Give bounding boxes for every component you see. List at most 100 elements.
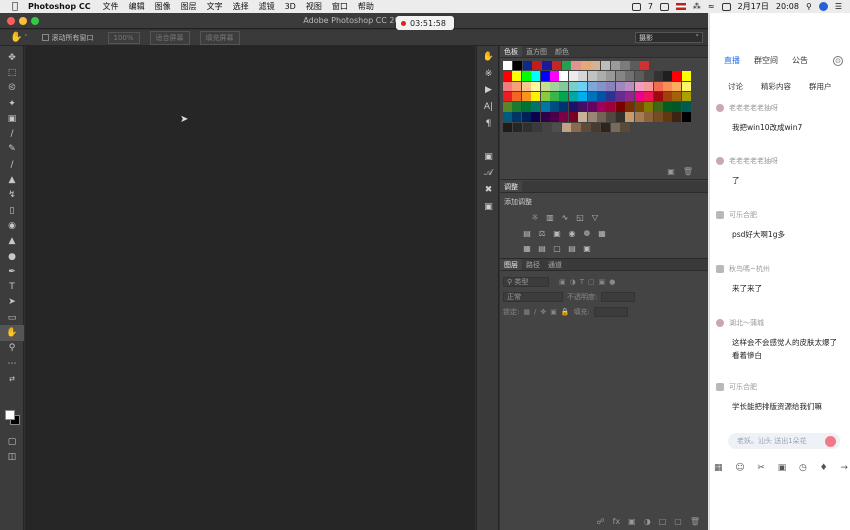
color-swatch[interactable]	[610, 122, 620, 133]
color-swatch[interactable]	[578, 81, 588, 91]
foreground-color-swatch[interactable]	[5, 410, 15, 420]
tab-histogram[interactable]: 直方图	[522, 46, 551, 57]
brightness-icon[interactable]: ☼	[530, 212, 540, 222]
menu-layer[interactable]: 图层	[181, 1, 197, 12]
tool-preset-chevron-icon[interactable]: ˅	[24, 34, 28, 42]
color-swatch[interactable]	[662, 102, 672, 112]
color-swatch[interactable]	[672, 102, 682, 112]
color-swatch[interactable]	[550, 91, 560, 102]
color-swatch[interactable]	[578, 91, 588, 102]
more-tools-icon[interactable]: ⋯	[0, 356, 24, 371]
color-swatch[interactable]	[559, 91, 569, 102]
settings-icon[interactable]: ⊙	[833, 55, 843, 66]
message-user[interactable]: 湖北～蒲城	[729, 318, 764, 328]
color-swatch[interactable]	[634, 112, 644, 122]
color-swatch[interactable]	[634, 91, 644, 102]
hand-tool-active-icon[interactable]: ✋	[0, 325, 24, 341]
selective-color-icon[interactable]: ▣	[582, 243, 592, 253]
tab-adjustments[interactable]: 调整	[500, 181, 522, 192]
paint-bucket-tool-icon[interactable]: ◉	[0, 218, 24, 233]
app-menu[interactable]: Photoshop CC	[28, 2, 91, 11]
color-swatch[interactable]	[672, 81, 682, 91]
siri-icon[interactable]	[818, 2, 828, 11]
eyedropper-tool-icon[interactable]: ∕	[0, 126, 24, 141]
clock-icon[interactable]: ◷	[799, 463, 807, 473]
healing-brush-tool-icon[interactable]: ✎	[0, 142, 24, 157]
avatar[interactable]	[716, 157, 724, 165]
display-icon[interactable]	[659, 2, 669, 11]
color-swatch[interactable]	[521, 91, 531, 102]
color-swatch[interactable]	[644, 81, 654, 91]
workspace-select[interactable]: 摄影 ˅	[635, 32, 703, 43]
notification-badge[interactable]: 7	[648, 2, 653, 11]
trash-icon[interactable]: 🗑	[690, 517, 700, 526]
list-icon[interactable]: ☰	[835, 2, 842, 11]
battery-icon[interactable]	[721, 2, 731, 11]
color-swatch[interactable]	[606, 112, 616, 122]
color-swatch[interactable]	[600, 61, 611, 71]
message-user[interactable]: 老老老老老抽呀	[729, 103, 778, 113]
color-swatch[interactable]	[625, 112, 635, 122]
color-swatch[interactable]	[587, 81, 597, 91]
menu-edit[interactable]: 编辑	[129, 1, 145, 12]
message-user[interactable]: 秋鸟嗎~杭州	[729, 264, 770, 274]
color-swatch[interactable]	[644, 112, 654, 122]
color-swatch[interactable]	[503, 61, 513, 71]
color-swatch[interactable]	[615, 102, 625, 112]
color-swatch[interactable]	[615, 91, 625, 102]
color-swatch[interactable]	[512, 122, 523, 133]
lock-artboard-icon[interactable]: ▣	[550, 308, 557, 316]
rectangle-tool-icon[interactable]: ▭	[0, 310, 24, 325]
pixel-filter-icon[interactable]: ▣	[559, 278, 566, 286]
color-swatch[interactable]	[606, 102, 616, 112]
channel-mixer-icon[interactable]: ❁	[582, 228, 592, 238]
color-swatch[interactable]	[568, 81, 578, 91]
color-swatch[interactable]	[550, 102, 560, 112]
color-swatch[interactable]	[653, 91, 663, 102]
color-swatch[interactable]	[531, 81, 541, 91]
menu-view[interactable]: 视图	[306, 1, 322, 12]
avatar[interactable]	[716, 383, 724, 391]
color-swatch[interactable]	[662, 112, 672, 122]
shape-filter-icon[interactable]: ▢	[588, 278, 595, 286]
minimize-window-button[interactable]	[19, 17, 27, 25]
menu-select[interactable]: 选择	[233, 1, 249, 12]
color-swatch[interactable]	[531, 102, 541, 112]
color-swatch[interactable]	[568, 102, 578, 112]
blend-mode-select[interactable]: 正常	[503, 291, 563, 302]
tab-swatches[interactable]: 色板	[500, 46, 522, 57]
color-swatch[interactable]	[587, 112, 597, 122]
new-swatch-icon[interactable]: ▣	[667, 167, 675, 176]
new-group-icon[interactable]: □	[659, 517, 667, 526]
message-user[interactable]: 老老老老老抽呀	[729, 156, 778, 166]
color-swatch[interactable]	[581, 122, 591, 133]
swap-colors-icon[interactable]: ⇄	[0, 371, 24, 386]
exposure-icon[interactable]: ◱	[575, 212, 585, 222]
color-swatch[interactable]	[550, 71, 560, 81]
color-swatch[interactable]	[503, 112, 513, 122]
send-arrow-icon[interactable]: →	[840, 463, 848, 473]
color-swatch[interactable]	[551, 61, 562, 71]
color-swatch[interactable]	[551, 122, 562, 133]
chat-input[interactable]: 老妖。汕头 送出1朵花	[728, 433, 840, 449]
color-swatch[interactable]	[597, 71, 607, 81]
pen-tool-icon[interactable]: ✒	[0, 264, 24, 279]
color-swatch[interactable]	[521, 102, 531, 112]
tab-live[interactable]: 直播	[724, 55, 740, 66]
color-swatch[interactable]	[503, 81, 513, 91]
menu-3d[interactable]: 3D	[285, 2, 296, 11]
history-panel-icon[interactable]: ✋	[477, 49, 500, 66]
color-swatch[interactable]	[561, 122, 572, 133]
link-layers-icon[interactable]: ☍	[597, 517, 605, 526]
dodge-tool-icon[interactable]: ●	[0, 249, 24, 264]
menu-image[interactable]: 图像	[155, 1, 171, 12]
trash-icon[interactable]: 🗑	[683, 167, 693, 176]
color-swatch[interactable]	[512, 61, 523, 71]
opacity-input[interactable]	[601, 291, 636, 302]
color-swatch[interactable]	[625, 81, 635, 91]
color-swatch[interactable]	[672, 71, 682, 81]
color-swatch[interactable]	[587, 71, 597, 81]
gift-icon[interactable]: ▦	[714, 463, 723, 473]
color-swatch[interactable]	[531, 91, 541, 102]
move-tool-icon[interactable]: ✥	[0, 50, 24, 65]
